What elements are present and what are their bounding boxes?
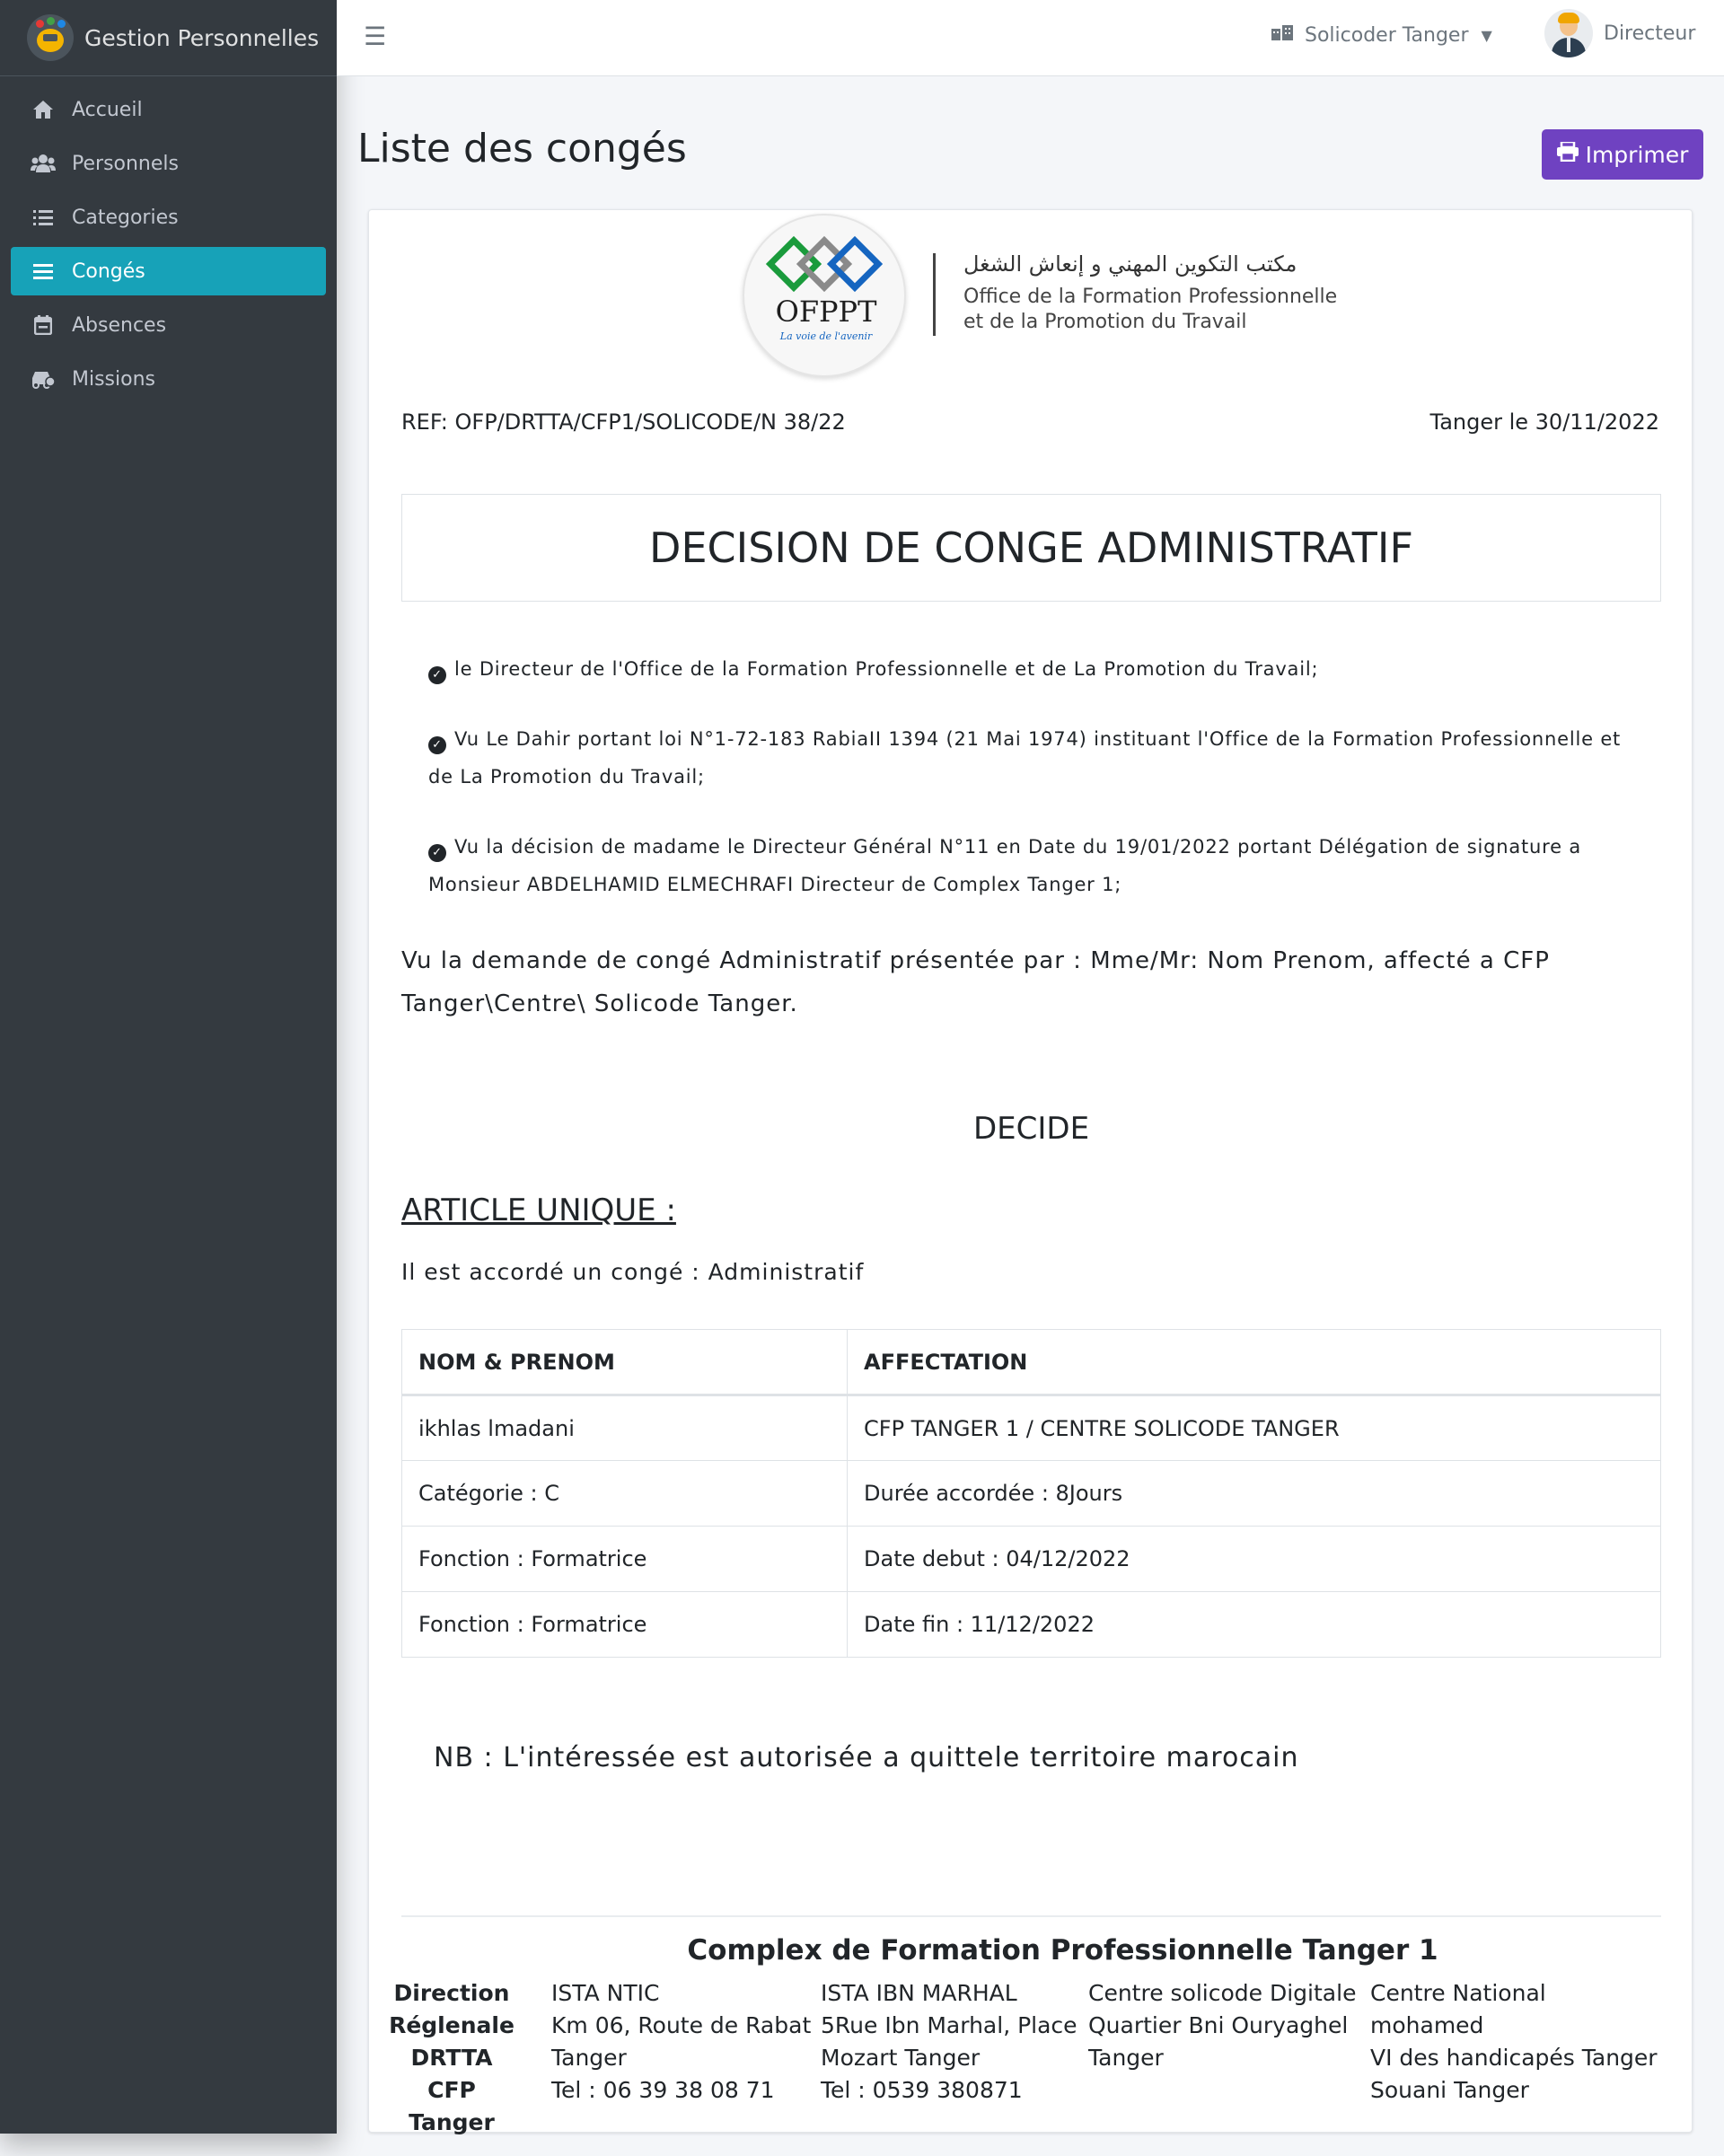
sidebar-item-categories[interactable]: Categories	[11, 193, 326, 242]
footer-title: Complex de Formation Professionnelle Tan…	[687, 1934, 1438, 1967]
table-cell: ikhlas lmadani	[401, 1395, 848, 1461]
org-name-arabic: مكتب التكوين المهني و إنعاش الشغل	[963, 251, 1297, 277]
sidebar-item-label: Missions	[72, 367, 155, 391]
decide-heading: DECIDE	[972, 1111, 1090, 1147]
column-header: NOM & PRENOM	[401, 1329, 848, 1396]
calendar-icon	[31, 315, 56, 335]
column-header: AFFECTATION	[847, 1329, 1661, 1396]
article-heading: ARTICLE UNIQUE :	[401, 1192, 676, 1228]
sidebar-item-label: Personnels	[72, 152, 179, 175]
sidebar-item-absences[interactable]: Absences	[11, 301, 326, 349]
leave-details-table: NOM & PRENOM AFFECTATION ikhlas lmadani …	[401, 1329, 1661, 1658]
nb-note: NB : L'intéressée est autorisée a quitte…	[434, 1742, 1299, 1773]
table-row: ikhlas lmadani CFP TANGER 1 / CENTRE SOL…	[401, 1395, 1661, 1461]
reference-number: REF: OFP/DRTTA/CFP1/SOLICODE/N 38/22	[401, 409, 846, 435]
consideration-item: ✓ le Directeur de l'Office de la Formatio…	[428, 650, 1632, 688]
table-cell: Date debut : 04/12/2022	[847, 1526, 1661, 1592]
table-header-row: NOM & PRENOM AFFECTATION	[401, 1329, 1661, 1396]
decision-title-box: DECISION DE CONGE ADMINISTRATIF	[401, 494, 1661, 602]
sidebar-item-missions[interactable]: Missions	[11, 355, 326, 403]
sidebar-item-label: Congés	[72, 260, 145, 283]
sidebar-item-label: Absences	[72, 313, 167, 337]
center-selector-label: Solicoder Tanger	[1305, 23, 1469, 47]
footer-address-solicode: Centre solicode Digitale Quartier Bni Ou…	[1088, 1980, 1357, 2071]
top-navbar: ☰ Solicoder Tanger ▼ Directeur	[337, 0, 1724, 76]
footer-address-ista-ntic: ISTA NTIC Km 06, Route de Rabat Tanger T…	[551, 1980, 812, 2103]
footer-direction: Direction Réglenale DRTTA CFP Tanger	[389, 1980, 515, 2135]
user-menu[interactable]: Directeur	[1544, 9, 1695, 57]
table-row: Catégorie : C Durée accordée : 8Jours	[401, 1460, 1661, 1527]
menu-toggle-icon[interactable]: ☰	[364, 22, 386, 51]
consideration-item: ✓ Vu la décision de madame le Directeur G…	[428, 836, 1581, 895]
table-row: Fonction : Formatrice Date fin : 11/12/2…	[401, 1591, 1661, 1658]
sidebar-item-label: Accueil	[72, 98, 143, 121]
bars-icon	[31, 263, 56, 279]
building-icon	[1271, 23, 1294, 47]
sidebar-item-accueil[interactable]: Accueil	[11, 85, 326, 134]
logo-tagline: La voie de l'avenir	[779, 330, 873, 342]
user-name: Directeur	[1604, 22, 1696, 45]
table-cell: Date fin : 11/12/2022	[847, 1591, 1661, 1658]
table-cell: CFP TANGER 1 / CENTRE SOLICODE TANGER	[847, 1395, 1661, 1461]
home-icon	[31, 100, 56, 119]
brand-link[interactable]: Gestion Personnelles	[0, 0, 337, 76]
table-cell: Durée accordée : 8Jours	[847, 1460, 1661, 1527]
sidebar-nav: Accueil Personnels Categories Congés Abs…	[0, 76, 337, 418]
table-cell: Fonction : Formatrice	[401, 1591, 848, 1658]
table-row: Fonction : Formatrice Date debut : 04/12…	[401, 1526, 1661, 1592]
footer-divider	[401, 1915, 1661, 1917]
avatar	[1544, 9, 1593, 57]
users-icon	[31, 154, 56, 173]
printer-icon	[1556, 140, 1579, 167]
print-button-label: Imprimer	[1585, 141, 1689, 168]
list-icon	[31, 208, 56, 226]
car-icon	[31, 369, 56, 389]
page-title: Liste des congés	[357, 126, 687, 172]
document-date: Tanger le 30/11/2022	[1429, 409, 1660, 435]
logo-word: OFPPT	[775, 295, 877, 329]
brand-logo-icon	[27, 14, 74, 61]
check-circle-icon: ✓	[428, 844, 446, 862]
decision-title: DECISION DE CONGE ADMINISTRATIF	[649, 524, 1413, 572]
sidebar-item-label: Categories	[72, 206, 179, 229]
sidebar: Gestion Personnelles Accueil Personnels …	[0, 0, 337, 2134]
demande-paragraph: Vu la demande de congé Administratif pré…	[401, 947, 1550, 1017]
table-cell: Fonction : Formatrice	[401, 1526, 848, 1592]
table-cell: Catégorie : C	[401, 1460, 848, 1527]
leave-type-line: Il est accordé un congé : Administratif	[401, 1259, 865, 1285]
check-circle-icon: ✓	[428, 736, 446, 754]
consideration-item: ✓ Vu Le Dahir portant loi N°1-72-183 Rabi…	[428, 728, 1622, 788]
decision-document: OFPPT La voie de l'avenir مكتب التكوين ا…	[368, 209, 1693, 2135]
letterhead-divider	[933, 253, 936, 336]
ofppt-logo: OFPPT La voie de l'avenir	[743, 214, 906, 377]
print-button[interactable]: Imprimer	[1542, 129, 1703, 180]
sidebar-item-conges[interactable]: Congés	[11, 247, 326, 295]
check-circle-icon: ✓	[428, 666, 446, 684]
org-name-line2: et de la Promotion du Travail	[963, 311, 1247, 333]
footer-address-centre-national: Centre National mohamed VI des handicapé…	[1370, 1980, 1658, 2103]
brand-text: Gestion Personnelles	[84, 24, 320, 51]
sidebar-item-personnels[interactable]: Personnels	[11, 139, 326, 188]
footer-address-ista-ibn-marhal: ISTA IBN MARHAL 5Rue Ibn Marhal, Place M…	[821, 1980, 1078, 2103]
chevron-down-icon: ▼	[1481, 26, 1492, 44]
org-name-line1: Office de la Formation Professionnelle	[963, 286, 1338, 308]
center-selector-dropdown[interactable]: Solicoder Tanger ▼	[1271, 23, 1492, 47]
